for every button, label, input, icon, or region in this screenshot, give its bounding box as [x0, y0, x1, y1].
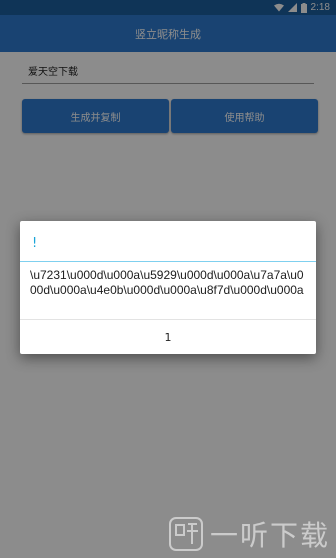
dialog-title-divider: [20, 261, 316, 262]
dialog-title: !: [32, 236, 38, 251]
alert-dialog: ! \u7231\u000d\u000a\u5929\u000d\u000a\u…: [20, 221, 316, 354]
dialog-button-label: 1: [164, 330, 172, 344]
dialog-positive-button[interactable]: 1: [20, 320, 316, 354]
watermark-logo-icon: [168, 517, 203, 551]
watermark-text: 一听下载: [209, 519, 330, 552]
dialog-message: \u7231\u000d\u000a\u5929\u000d\u000a\u7a…: [30, 268, 304, 297]
watermark: 一听下载: [168, 514, 330, 554]
